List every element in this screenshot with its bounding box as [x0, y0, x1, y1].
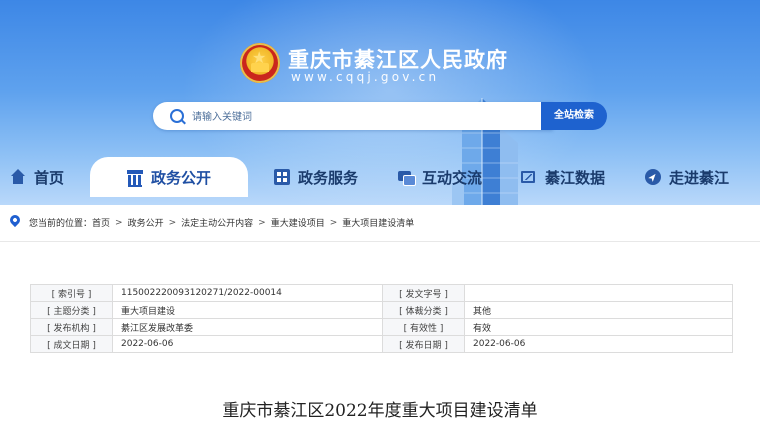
search-input[interactable] [190, 106, 524, 128]
table-row: [ 主题分类 ] 重大项目建设 [ 体裁分类 ] 其他 [30, 301, 733, 319]
label-validity: [ 有效性 ] [382, 318, 465, 336]
nav-item-home[interactable]: 首页 [10, 157, 64, 197]
breadcrumb-separator: > [258, 217, 266, 228]
document-info-table: [ 索引号 ] 115002220093120271/2022-00014 [ … [30, 284, 733, 353]
table-row: [ 发布机构 ] 綦江区发展改革委 [ 有效性 ] 有效 [30, 318, 733, 336]
breadcrumb-link-government-affairs[interactable]: 政务公开 [128, 216, 164, 229]
nav-label: 走进綦江 [669, 168, 730, 187]
divider [0, 241, 760, 242]
breadcrumb-prefix: 您当前的位置： [29, 219, 93, 229]
nav-label: 首页 [34, 168, 65, 187]
home-icon [10, 169, 26, 185]
nav-item-interaction[interactable]: 互动交流 [398, 157, 482, 197]
nav-label: 綦江数据 [545, 168, 606, 187]
breadcrumb-separator: > [168, 217, 177, 228]
breadcrumb-link-project-list[interactable]: 重大项目建设清单 [342, 216, 414, 229]
value-index-number: 115002220093120271/2022-00014 [112, 284, 383, 302]
table-row: [ 索引号 ] 115002220093120271/2022-00014 [ … [30, 284, 733, 302]
document-title: 重庆市綦江区2022年度重大项目建设清单 [222, 401, 538, 421]
breadcrumb-link-home[interactable]: 首页 [92, 216, 110, 229]
value-genre-category: 其他 [464, 301, 733, 319]
chat-icon [398, 169, 416, 186]
breadcrumb-link-major-projects[interactable]: 重大建设项目 [271, 216, 325, 229]
label-document-number: [ 发文字号 ] [382, 284, 465, 302]
label-publish-date: [ 发布日期 ] [382, 335, 465, 353]
label-index-number: [ 索引号 ] [30, 284, 113, 302]
site-domain: www.cqqj.gov.cn [291, 70, 440, 84]
value-publish-date: 2022-06-06 [464, 335, 733, 353]
breadcrumb: 您当前的位置： 首页 > 政务公开 > 法定主动公开内容 > 重大建设项目 > … [29, 216, 414, 230]
label-topic-category: [ 主题分类 ] [30, 301, 113, 319]
nav-item-government-affairs[interactable]: 政务公开 [90, 157, 248, 197]
main-nav: 首页 政务公开 政务服务 互动交流 綦江数据 走进綦江 [0, 157, 760, 197]
data-chart-icon [521, 169, 537, 185]
label-written-date: [ 成文日期 ] [30, 335, 113, 353]
value-written-date: 2022-06-06 [112, 335, 383, 353]
compass-icon [645, 169, 661, 185]
value-validity: 有效 [464, 318, 733, 336]
government-building-icon [126, 169, 143, 187]
value-topic-category: 重大项目建设 [112, 301, 383, 319]
breadcrumb-separator: > [329, 217, 338, 228]
label-genre-category: [ 体裁分类 ] [382, 301, 465, 319]
nav-item-government-services[interactable]: 政务服务 [274, 157, 358, 197]
breadcrumb-separator: > [115, 217, 123, 228]
nav-item-about-qijiang[interactable]: 走进綦江 [645, 157, 729, 197]
value-issuing-agency: 綦江区发展改革委 [112, 318, 383, 336]
national-emblem-icon: ★ [240, 43, 280, 83]
services-grid-icon [274, 169, 290, 185]
nav-label: 政务服务 [298, 168, 359, 187]
table-row: [ 成文日期 ] 2022-06-06 [ 发布日期 ] 2022-06-06 [30, 335, 733, 353]
label-issuing-agency: [ 发布机构 ] [30, 318, 113, 336]
breadcrumb-link-statutory-disclosure[interactable]: 法定主动公开内容 [181, 216, 253, 229]
nav-label: 政务公开 [150, 168, 211, 187]
site-search-button[interactable]: 全站检索 [541, 102, 607, 130]
nav-item-qijiang-data[interactable]: 綦江数据 [521, 157, 605, 197]
nav-label: 互动交流 [422, 168, 483, 187]
value-document-number [464, 284, 733, 302]
search-icon [170, 109, 184, 123]
